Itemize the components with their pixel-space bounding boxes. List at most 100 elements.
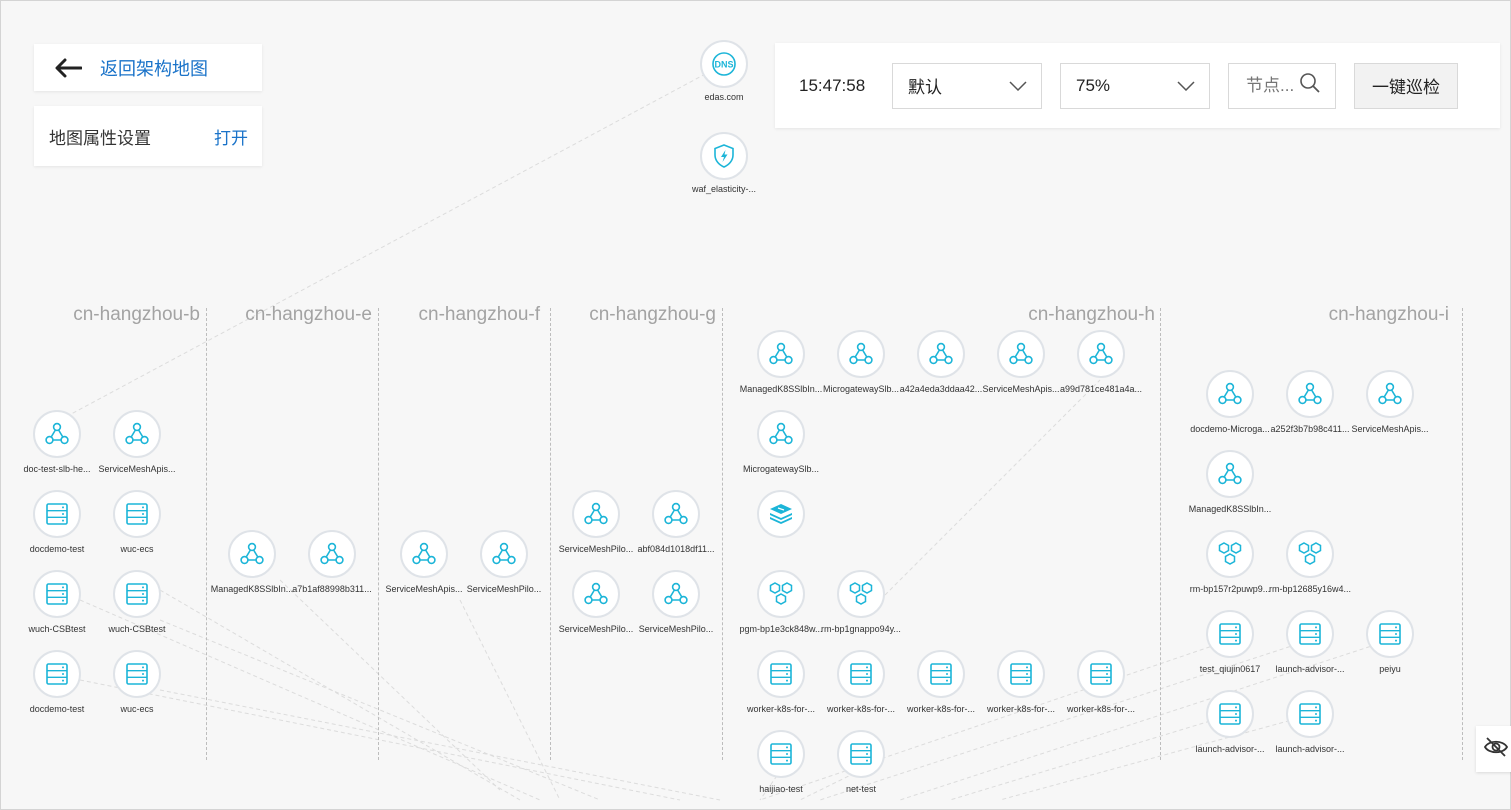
node-circle[interactable] — [757, 330, 805, 378]
node-circle[interactable] — [1286, 370, 1334, 418]
topology-node[interactable]: worker-k8s-for-... — [816, 650, 906, 715]
zoom-select[interactable]: 75% — [1060, 62, 1210, 109]
topology-node[interactable]: DNS edas.com — [679, 40, 769, 103]
topology-node[interactable]: MicrogatewaySlb... — [816, 330, 906, 395]
topology-node[interactable]: ManagedK8SSlbIn... — [207, 530, 297, 595]
topology-node[interactable]: ManagedK8SSlbIn... — [1185, 450, 1275, 515]
topology-node[interactable]: launch-advisor-... — [1185, 690, 1275, 755]
topology-node[interactable]: ServiceMeshApis... — [1345, 370, 1435, 435]
node-circle[interactable] — [700, 132, 748, 180]
node-circle[interactable] — [228, 530, 276, 578]
topology-node[interactable]: ServiceMeshApis... — [976, 330, 1066, 395]
node-circle[interactable] — [997, 650, 1045, 698]
topology-node[interactable]: worker-k8s-for-... — [1056, 650, 1146, 715]
node-circle[interactable] — [1206, 450, 1254, 498]
node-circle[interactable] — [837, 730, 885, 778]
topology-node[interactable]: ServiceMeshApis... — [379, 530, 469, 595]
node-circle[interactable] — [33, 650, 81, 698]
node-circle[interactable] — [33, 490, 81, 538]
node-circle[interactable] — [1206, 610, 1254, 658]
topology-node[interactable]: doc-test-slb-he... — [12, 410, 102, 475]
node-circle[interactable] — [1206, 530, 1254, 578]
node-circle[interactable] — [480, 530, 528, 578]
node-circle[interactable] — [1286, 530, 1334, 578]
topology-node[interactable]: a99d781ce481a4a... — [1056, 330, 1146, 395]
node-search-input[interactable] — [1244, 74, 1296, 97]
topology-node[interactable]: net-test — [816, 730, 906, 795]
node-circle[interactable] — [1077, 650, 1125, 698]
topology-node[interactable]: wuc-ecs — [92, 650, 182, 715]
topology-node[interactable]: a7b1af88998b311... — [287, 530, 377, 595]
topology-node[interactable]: docdemo-test — [12, 650, 102, 715]
node-circle[interactable]: DNS — [700, 40, 748, 88]
topology-node[interactable]: rm-bp157r2puwp9... — [1185, 530, 1275, 595]
node-circle[interactable] — [33, 570, 81, 618]
hide-toggle-button[interactable] — [1476, 726, 1511, 772]
node-circle[interactable] — [1366, 370, 1414, 418]
node-circle[interactable] — [1206, 690, 1254, 738]
topology-node[interactable]: ServiceMeshApis... — [92, 410, 182, 475]
node-circle[interactable] — [652, 490, 700, 538]
topology-node[interactable]: ServiceMeshPilo... — [551, 490, 641, 555]
topology-node[interactable]: launch-advisor-... — [1265, 610, 1355, 675]
topology-node[interactable]: ManagedK8SSlbIn... — [736, 330, 826, 395]
topology-node[interactable]: abf084d1018df11... — [631, 490, 721, 555]
node-circle[interactable] — [1077, 330, 1125, 378]
node-circle[interactable] — [757, 410, 805, 458]
topology-node[interactable]: rm-bp12685y16w4... — [1265, 530, 1355, 595]
node-circle[interactable] — [572, 490, 620, 538]
node-circle[interactable] — [113, 570, 161, 618]
node-circle[interactable] — [1366, 610, 1414, 658]
node-search[interactable] — [1228, 62, 1336, 109]
node-circle[interactable] — [917, 330, 965, 378]
node-circle[interactable] — [837, 330, 885, 378]
topology-node[interactable]: waf_elasticity-... — [679, 132, 769, 195]
topology-node[interactable]: peiyu — [1345, 610, 1435, 675]
topology-node[interactable]: worker-k8s-for-... — [736, 650, 826, 715]
topology-node[interactable]: ServiceMeshPilo... — [459, 530, 549, 595]
open-settings-link[interactable]: 打开 — [214, 124, 248, 149]
node-circle[interactable] — [757, 570, 805, 618]
back-to-architecture-map[interactable]: 返回架构地图 — [34, 44, 262, 91]
topology-node[interactable]: docdemo-test — [12, 490, 102, 555]
node-circle[interactable] — [113, 650, 161, 698]
node-circle[interactable] — [1286, 610, 1334, 658]
arrow-left-icon[interactable] — [54, 58, 82, 78]
back-link[interactable]: 返回架构地图 — [100, 55, 208, 81]
node-circle[interactable] — [113, 410, 161, 458]
topology-node[interactable]: wuch-CSBtest — [12, 570, 102, 635]
node-circle[interactable] — [757, 490, 805, 538]
node-circle[interactable] — [1286, 690, 1334, 738]
topology-node[interactable]: MicrogatewaySlb... — [736, 410, 826, 475]
topology-node[interactable]: a252f3b7b98c411... — [1265, 370, 1355, 435]
node-circle[interactable] — [652, 570, 700, 618]
node-circle[interactable] — [1206, 370, 1254, 418]
topology-node[interactable] — [736, 490, 826, 544]
node-circle[interactable] — [572, 570, 620, 618]
topology-node[interactable]: wuch-CSBtest — [92, 570, 182, 635]
node-circle[interactable] — [837, 570, 885, 618]
topology-node[interactable]: a42a4eda3ddaa42... — [896, 330, 986, 395]
node-circle[interactable] — [33, 410, 81, 458]
node-circle[interactable] — [400, 530, 448, 578]
topology-node[interactable]: wuc-ecs — [92, 490, 182, 555]
topology-node[interactable]: launch-advisor-... — [1265, 690, 1355, 755]
node-circle[interactable] — [917, 650, 965, 698]
node-circle[interactable] — [997, 330, 1045, 378]
topology-node[interactable]: test_qiujin0617 — [1185, 610, 1275, 675]
node-circle[interactable] — [113, 490, 161, 538]
search-icon[interactable] — [1299, 72, 1321, 99]
topology-node[interactable]: rm-bp1gnappo94y... — [816, 570, 906, 635]
topology-node[interactable]: docdemo-Microga... — [1185, 370, 1275, 435]
view-mode-select[interactable]: 默认 — [892, 62, 1042, 109]
topology-node[interactable]: worker-k8s-for-... — [976, 650, 1066, 715]
node-circle[interactable] — [757, 650, 805, 698]
node-circle[interactable] — [837, 650, 885, 698]
topology-node[interactable]: pgm-bp1e3ck848w... — [736, 570, 826, 635]
topology-node[interactable]: worker-k8s-for-... — [896, 650, 986, 715]
one-click-inspect-button[interactable]: 一键巡检 — [1354, 62, 1458, 109]
topology-node[interactable]: ServiceMeshPilo... — [551, 570, 641, 635]
topology-node[interactable]: ServiceMeshPilo... — [631, 570, 721, 635]
node-circle[interactable] — [757, 730, 805, 778]
topology-node[interactable]: haijiao-test — [736, 730, 826, 795]
